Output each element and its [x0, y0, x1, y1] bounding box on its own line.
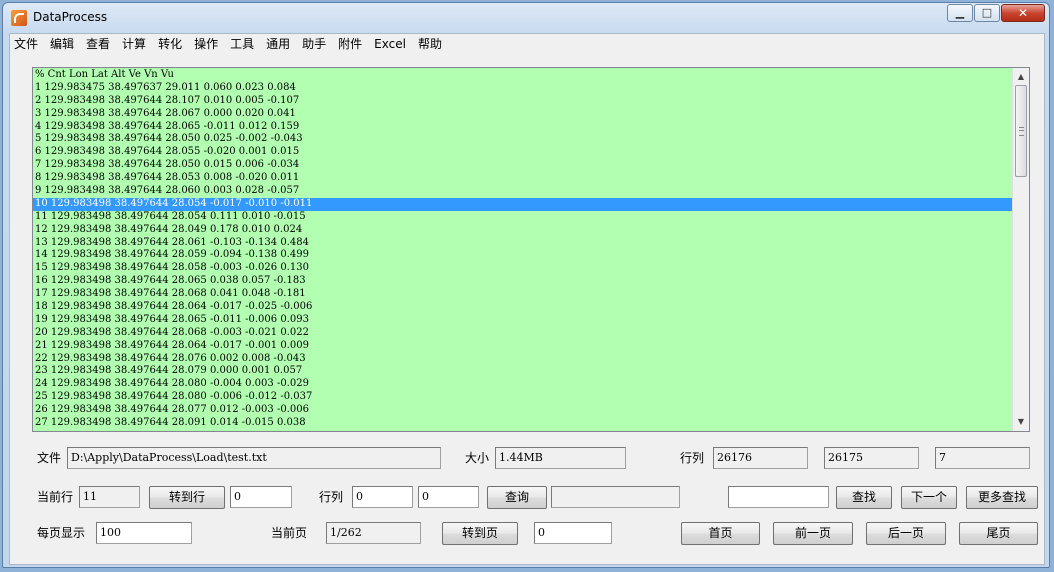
- data-line[interactable]: 3 129.983498 38.497644 28.067 0.000 0.02…: [33, 108, 1012, 121]
- app-logo-icon: [11, 10, 27, 26]
- find-button[interactable]: 查找: [836, 486, 892, 509]
- data-line[interactable]: 1 129.983475 38.497637 29.011 0.060 0.02…: [33, 82, 1012, 95]
- menu-assistant[interactable]: 助手: [296, 34, 332, 54]
- first-page-button[interactable]: 首页: [681, 522, 760, 545]
- data-line[interactable]: 17 129.983498 38.497644 28.068 0.041 0.0…: [33, 288, 1012, 301]
- data-line[interactable]: 19 129.983498 38.497644 28.065 -0.011 -0…: [33, 314, 1012, 327]
- prev-page-button[interactable]: 前一页: [773, 522, 853, 545]
- per-page-label: 每页显示: [37, 526, 86, 540]
- minimize-button[interactable]: ▁: [947, 4, 973, 22]
- data-line[interactable]: 22 129.983498 38.497644 28.076 0.002 0.0…: [33, 353, 1012, 366]
- menu-edit[interactable]: 编辑: [44, 34, 80, 54]
- file-path-field: D:\Apply\DataProcess\Load\test.txt: [67, 447, 441, 469]
- data-line[interactable]: 11 129.983498 38.497644 28.054 0.111 0.0…: [33, 211, 1012, 224]
- maximize-icon: □: [981, 6, 993, 19]
- data-line[interactable]: 7 129.983498 38.497644 28.050 0.015 0.00…: [33, 159, 1012, 172]
- menu-excel[interactable]: Excel: [368, 34, 412, 54]
- goto-row-button[interactable]: 转到行: [149, 486, 225, 509]
- scroll-up-icon[interactable]: ▲: [1013, 69, 1029, 85]
- data-line[interactable]: 9 129.983498 38.497644 28.060 0.003 0.02…: [33, 185, 1012, 198]
- grip-icon: [1019, 127, 1024, 136]
- next-page-button[interactable]: 后一页: [866, 522, 946, 545]
- close-button[interactable]: ✕: [1001, 4, 1045, 22]
- menu-calculate[interactable]: 计算: [116, 34, 152, 54]
- query-result-field: [551, 486, 680, 508]
- menu-tools[interactable]: 工具: [224, 34, 260, 54]
- menu-help[interactable]: 帮助: [412, 34, 448, 54]
- data-line[interactable]: 16 129.983498 38.497644 28.065 0.038 0.0…: [33, 275, 1012, 288]
- total-rows-field: 26176: [713, 447, 808, 469]
- data-line[interactable]: 8 129.983498 38.497644 28.053 0.008 -0.0…: [33, 172, 1012, 185]
- size-label: 大小: [465, 451, 490, 465]
- data-text-area[interactable]: % Cnt Lon Lat Alt Ve Vn Vu 1 129.983475 3…: [32, 67, 1030, 432]
- maximize-button[interactable]: □: [974, 4, 1000, 22]
- find-next-button[interactable]: 下一个: [901, 486, 957, 509]
- selected-data-line[interactable]: 10 129.983498 38.497644 28.054 -0.017 -0…: [33, 197, 1012, 211]
- total-rows-field-2: 26175: [824, 447, 919, 469]
- goto-page-input[interactable]: 0: [534, 522, 612, 544]
- data-line[interactable]: 23 129.983498 38.497644 28.079 0.000 0.0…: [33, 365, 1012, 378]
- goto-row-input[interactable]: 0: [230, 486, 292, 508]
- title-bar[interactable]: DataProcess ▁ □ ✕: [3, 3, 1049, 31]
- goto-page-button[interactable]: 转到页: [442, 522, 518, 545]
- data-line[interactable]: 5 129.983498 38.497644 28.050 0.025 -0.0…: [33, 133, 1012, 146]
- data-lines: % Cnt Lon Lat Alt Ve Vn Vu 1 129.983475 3…: [33, 69, 1012, 430]
- vertical-scrollbar[interactable]: ▲ ▼: [1012, 68, 1029, 431]
- scroll-thumb[interactable]: [1015, 85, 1027, 177]
- file-label: 文件: [37, 451, 62, 465]
- data-line[interactable]: 20 129.983498 38.497644 28.068 -0.003 -0…: [33, 327, 1012, 340]
- menu-general[interactable]: 通用: [260, 34, 296, 54]
- file-size-field: 1.44MB: [495, 447, 626, 469]
- client-area: 文件 编辑 查看 计算 转化 操作 工具 通用 助手 附件 Excel 帮助 %…: [9, 33, 1045, 565]
- data-line[interactable]: 27 129.983498 38.497644 28.091 0.014 -0.…: [33, 417, 1012, 430]
- query-row-input[interactable]: 0: [352, 486, 413, 508]
- more-find-button[interactable]: 更多查找: [966, 486, 1038, 509]
- minimize-icon: ▁: [955, 6, 965, 19]
- current-row-label: 当前行: [37, 490, 74, 504]
- menu-file[interactable]: 文件: [10, 34, 44, 54]
- query-button[interactable]: 查询: [487, 486, 547, 509]
- rowcol-query-label: 行列: [319, 490, 344, 504]
- menu-operate[interactable]: 操作: [188, 34, 224, 54]
- menu-view[interactable]: 查看: [80, 34, 116, 54]
- current-page-field: 1/262: [326, 522, 421, 544]
- menu-convert[interactable]: 转化: [152, 34, 188, 54]
- last-page-button[interactable]: 尾页: [959, 522, 1038, 545]
- data-line[interactable]: 14 129.983498 38.497644 28.059 -0.094 -0…: [33, 249, 1012, 262]
- data-line[interactable]: 13 129.983498 38.497644 28.061 -0.103 -0…: [33, 237, 1012, 250]
- data-line[interactable]: 15 129.983498 38.497644 28.058 -0.003 -0…: [33, 262, 1012, 275]
- current-row-field: 11: [79, 486, 140, 508]
- data-line[interactable]: 26 129.983498 38.497644 28.077 0.012 -0.…: [33, 404, 1012, 417]
- total-cols-field: 7: [935, 447, 1030, 469]
- caption-buttons: ▁ □ ✕: [947, 4, 1045, 22]
- data-line[interactable]: 2 129.983498 38.497644 28.107 0.010 0.00…: [33, 95, 1012, 108]
- data-line[interactable]: 4 129.983498 38.497644 28.065 -0.011 0.0…: [33, 121, 1012, 134]
- app-window: DataProcess ▁ □ ✕ 文件 编辑 查看 计算 转化 操作 工具 通…: [2, 2, 1050, 568]
- scroll-down-icon[interactable]: ▼: [1013, 414, 1029, 430]
- data-line[interactable]: 21 129.983498 38.497644 28.064 -0.017 -0…: [33, 340, 1012, 353]
- data-line[interactable]: 12 129.983498 38.497644 28.049 0.178 0.0…: [33, 224, 1012, 237]
- close-icon: ✕: [1017, 6, 1029, 20]
- data-line[interactable]: 25 129.983498 38.497644 28.080 -0.006 -0…: [33, 391, 1012, 404]
- data-line[interactable]: 6 129.983498 38.497644 28.055 -0.020 0.0…: [33, 146, 1012, 159]
- search-input[interactable]: [728, 486, 829, 508]
- menu-attachment[interactable]: 附件: [332, 34, 368, 54]
- rowcol-label: 行列: [680, 451, 705, 465]
- current-page-label: 当前页: [271, 526, 308, 540]
- per-page-input[interactable]: 100: [96, 522, 192, 544]
- data-line[interactable]: 18 129.983498 38.497644 28.064 -0.017 -0…: [33, 301, 1012, 314]
- data-line[interactable]: % Cnt Lon Lat Alt Ve Vn Vu: [33, 69, 1012, 82]
- query-col-input[interactable]: 0: [418, 486, 479, 508]
- menu-bar: 文件 编辑 查看 计算 转化 操作 工具 通用 助手 附件 Excel 帮助: [10, 34, 1044, 54]
- data-line[interactable]: 24 129.983498 38.497644 28.080 -0.004 0.…: [33, 378, 1012, 391]
- window-title: DataProcess: [33, 10, 108, 24]
